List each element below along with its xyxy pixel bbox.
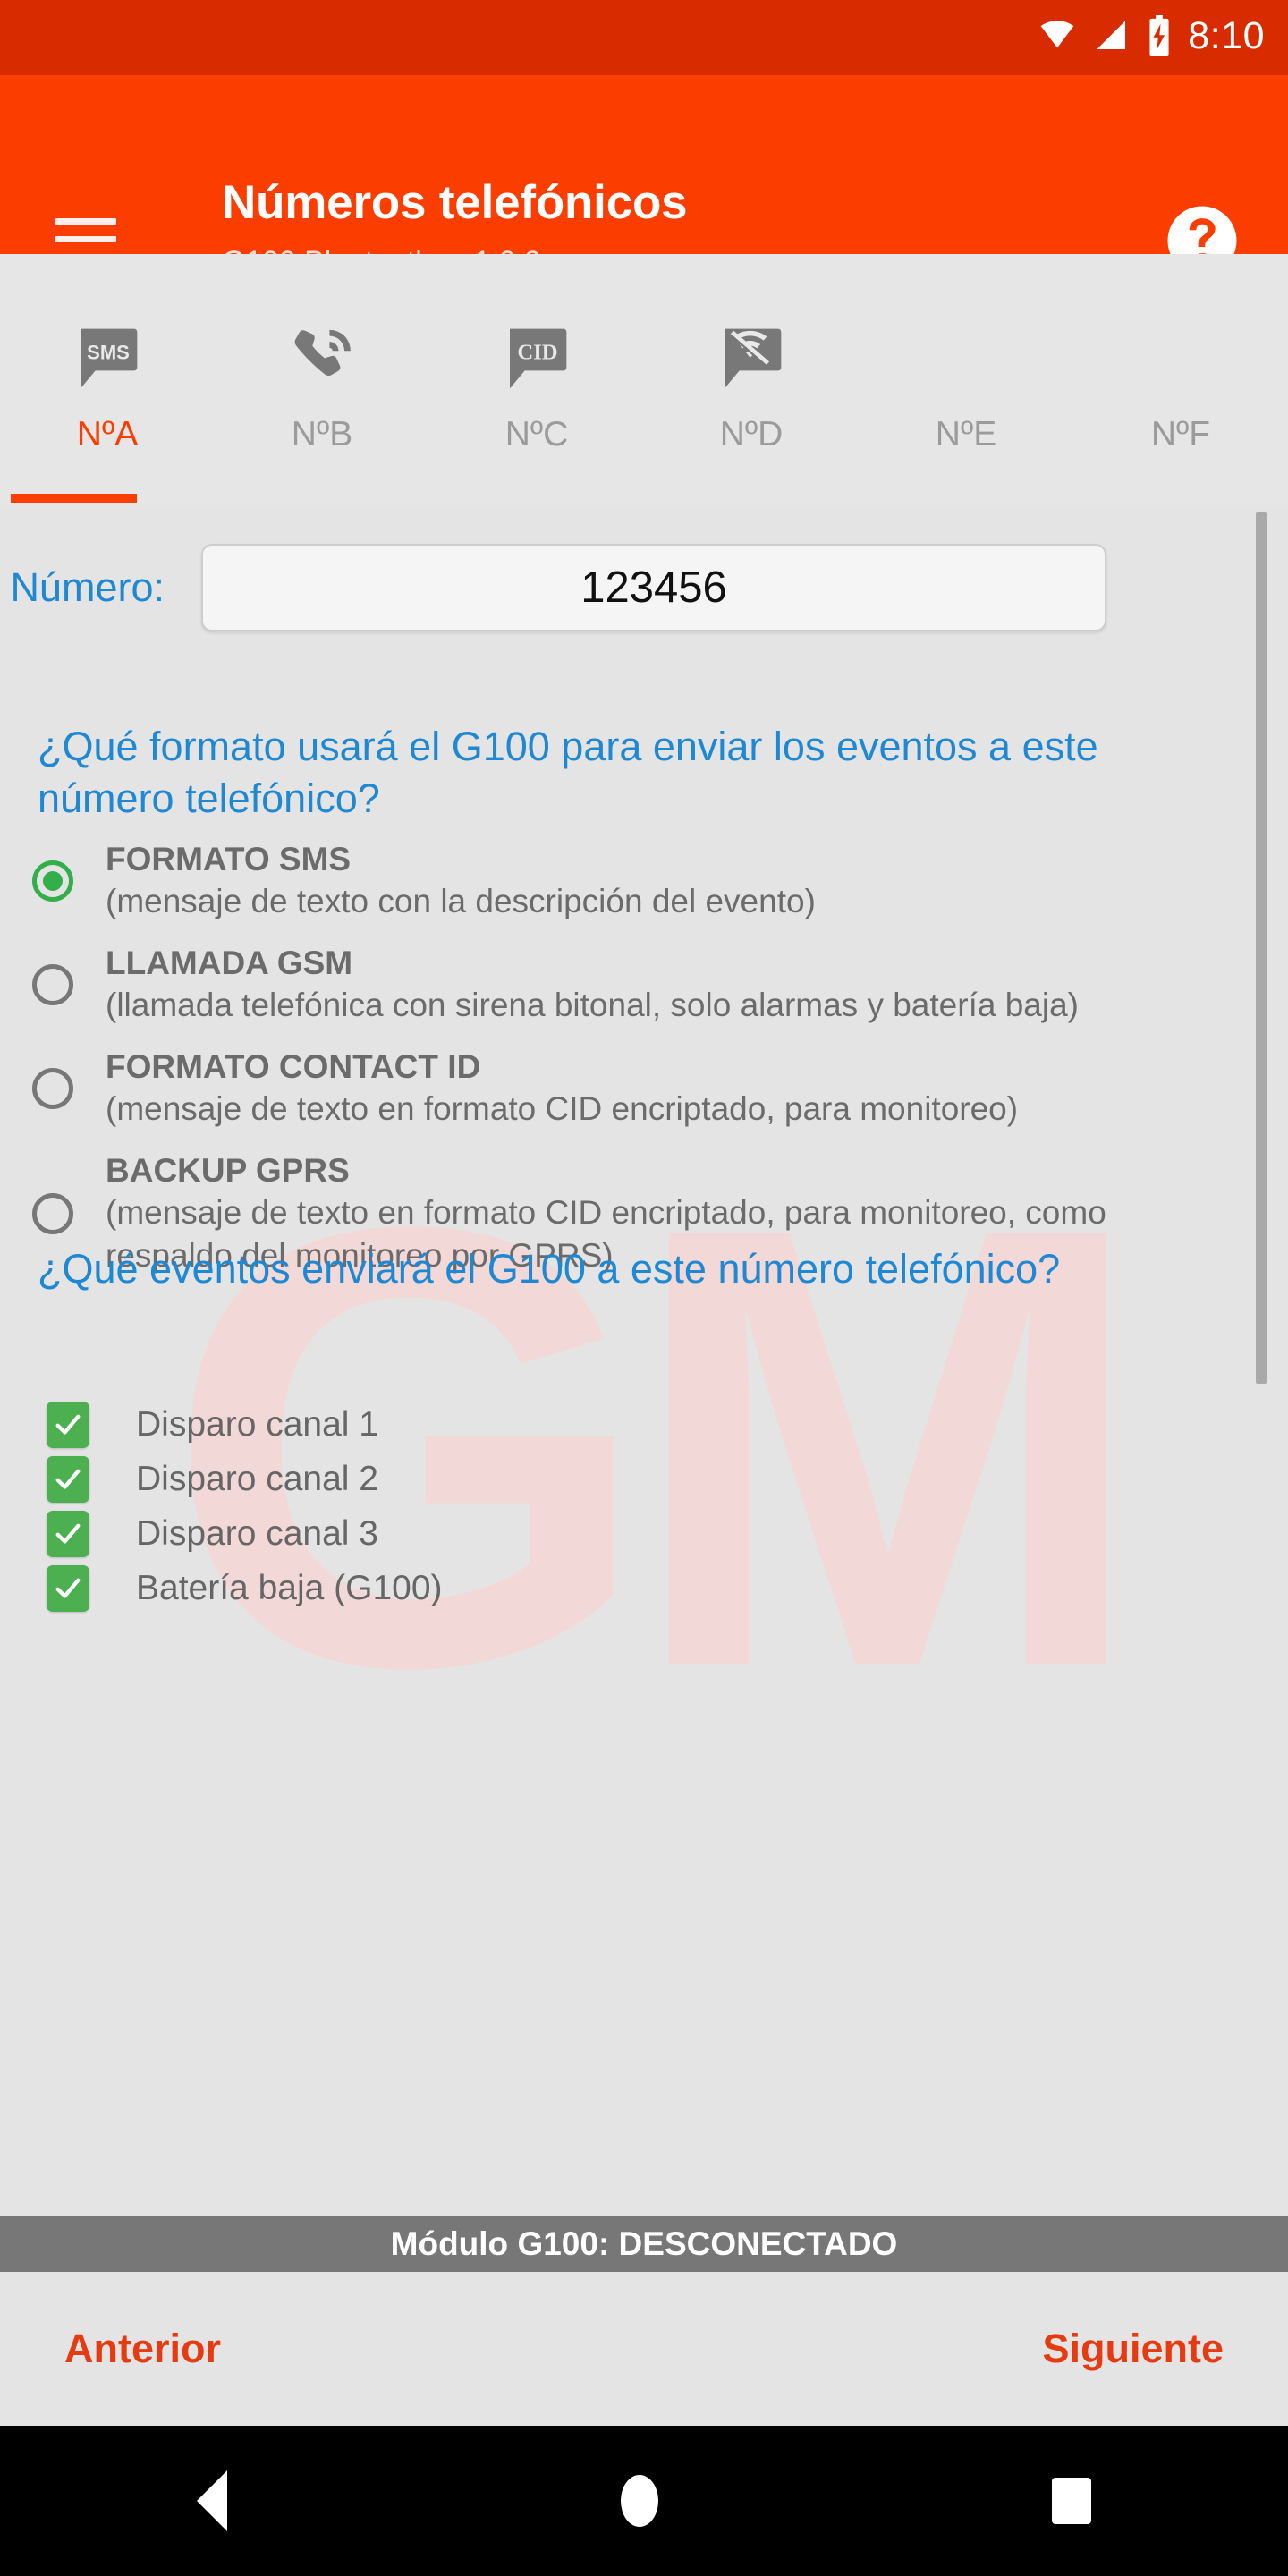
android-status-bar: 8:10 — [0, 0, 1288, 75]
radio-text: FORMATO SMS (mensaje de texto con la des… — [106, 839, 1288, 923]
previous-button[interactable]: Anterior — [64, 2326, 221, 2372]
tab-numero-d[interactable]: NºD — [644, 254, 859, 508]
app-bar: Números telefónicos G100 Bluetooth - v1.… — [0, 75, 1288, 279]
form-scroll-area[interactable]: GM Número: 123456 ¿Qué formato usará el … — [0, 508, 1288, 2216]
checkbox-checked-icon[interactable] — [47, 1401, 89, 1448]
svg-text:CID: CID — [517, 341, 557, 365]
tab-numero-c[interactable]: CID NºC — [429, 254, 644, 508]
numero-input[interactable]: 123456 — [201, 544, 1106, 631]
android-navigation-bar — [0, 2426, 1288, 2576]
tab-numero-a[interactable]: SMS NºA — [0, 254, 215, 508]
checkbox-wrap[interactable] — [0, 1510, 136, 1557]
svg-text:SMS: SMS — [87, 342, 130, 364]
tab-numero-e[interactable]: NºE — [859, 254, 1073, 508]
tab-label: NºC — [504, 415, 569, 453]
radio-box[interactable] — [0, 1068, 106, 1109]
checkbox-label: Batería baja (G100) — [136, 1568, 443, 1607]
module-status-text: Módulo G100: DESCONECTADO — [390, 2225, 898, 2262]
cid-bubble-icon: CID — [501, 309, 572, 408]
page-title: Números telefónicos — [222, 176, 688, 229]
tab-numero-b[interactable]: NºB — [215, 254, 429, 508]
battery-charging-icon — [1146, 14, 1173, 61]
signal-icon — [1093, 18, 1131, 58]
radio-description: (mensaje de texto en formato CID encript… — [106, 1090, 1019, 1127]
recents-square-icon[interactable] — [1052, 2478, 1091, 2524]
phone-call-icon — [287, 309, 357, 408]
status-bar-clock: 8:10 — [1188, 14, 1265, 57]
radio-box[interactable] — [0, 860, 106, 902]
checkbox-wrap[interactable] — [0, 1401, 136, 1448]
checkbox-row-bateria-baja[interactable]: Batería baja (G100) — [0, 1561, 1288, 1615]
radio-icon[interactable] — [32, 1068, 73, 1109]
tab-label: NºB — [291, 415, 353, 453]
radio-option-sms[interactable]: FORMATO SMS (mensaje de texto con la des… — [0, 839, 1288, 923]
numero-label: Número: — [10, 564, 165, 610]
radio-option-llamada-gsm[interactable]: LLAMADA GSM (llamada telefónica con sire… — [0, 943, 1288, 1027]
number-tabs: SMS NºA NºB CID NºC NºD NºE NºF — [0, 254, 1288, 508]
next-button[interactable]: Siguiente — [1042, 2326, 1224, 2372]
radio-title: LLAMADA GSM — [106, 945, 353, 981]
checkbox-label: Disparo canal 1 — [136, 1404, 378, 1444]
tab-label: NºE — [935, 415, 997, 453]
radio-icon[interactable] — [32, 964, 73, 1005]
numero-row: Número: 123456 — [0, 544, 1288, 631]
tab-label: NºD — [719, 415, 784, 453]
checkbox-checked-icon[interactable] — [47, 1510, 89, 1557]
phone-screen: 8:10 Números telefónicos G100 Bluetooth … — [0, 0, 1288, 2576]
radio-box[interactable] — [0, 964, 106, 1005]
checkbox-row-disparo-canal-3[interactable]: Disparo canal 3 — [0, 1506, 1288, 1561]
checkbox-row-disparo-canal-1[interactable]: Disparo canal 1 — [0, 1397, 1288, 1452]
radio-title: FORMATO SMS — [106, 841, 352, 877]
checkbox-row-disparo-canal-2[interactable]: Disparo canal 2 — [0, 1452, 1288, 1506]
tab-label: NºA — [76, 415, 139, 453]
wizard-footer: Anterior Siguiente — [0, 2272, 1288, 2426]
radio-icon-selected[interactable] — [32, 860, 73, 902]
radio-description: (mensaje de texto con la descripción del… — [106, 883, 816, 919]
checkbox-checked-icon[interactable] — [47, 1455, 89, 1503]
tab-numero-f[interactable]: NºF — [1073, 254, 1288, 508]
radio-icon[interactable] — [32, 1193, 73, 1234]
checkbox-wrap[interactable] — [0, 1455, 136, 1503]
radio-box[interactable] — [0, 1193, 106, 1234]
gprs-backup-bubble-icon — [716, 309, 787, 408]
checkbox-wrap[interactable] — [0, 1564, 136, 1612]
radio-description: (llamada telefónica con sirena bitonal, … — [106, 987, 1079, 1023]
checkbox-label: Disparo canal 3 — [136, 1513, 378, 1553]
module-status-bar: Módulo G100: DESCONECTADO — [0, 2216, 1288, 2272]
radio-title: BACKUP GPRS — [106, 1152, 350, 1189]
wifi-icon — [1037, 18, 1078, 58]
radio-title: FORMATO CONTACT ID — [106, 1048, 481, 1085]
checkbox-label: Disparo canal 2 — [136, 1459, 378, 1498]
radio-text: FORMATO CONTACT ID (mensaje de texto en … — [106, 1046, 1288, 1131]
question-format-label: ¿Qué formato usará el G100 para enviar l… — [38, 724, 1098, 821]
active-tab-indicator — [11, 494, 137, 503]
radio-option-contact-id[interactable]: FORMATO CONTACT ID (mensaje de texto en … — [0, 1046, 1288, 1131]
format-radio-group: FORMATO SMS (mensaje de texto con la des… — [0, 839, 1288, 1297]
events-checkbox-group: Disparo canal 1 Disparo canal 2 Disparo … — [0, 1397, 1288, 1615]
sms-bubble-icon: SMS — [72, 309, 143, 408]
checkbox-checked-icon[interactable] — [47, 1564, 89, 1612]
radio-text: LLAMADA GSM (llamada telefónica con sire… — [106, 943, 1288, 1027]
back-triangle-icon[interactable] — [197, 2470, 227, 2531]
tab-label: NºF — [1150, 415, 1211, 453]
home-circle-icon[interactable] — [621, 2475, 658, 2527]
question-events-label: ¿Qué eventos enviará el G100 a este núme… — [38, 1246, 1061, 1292]
